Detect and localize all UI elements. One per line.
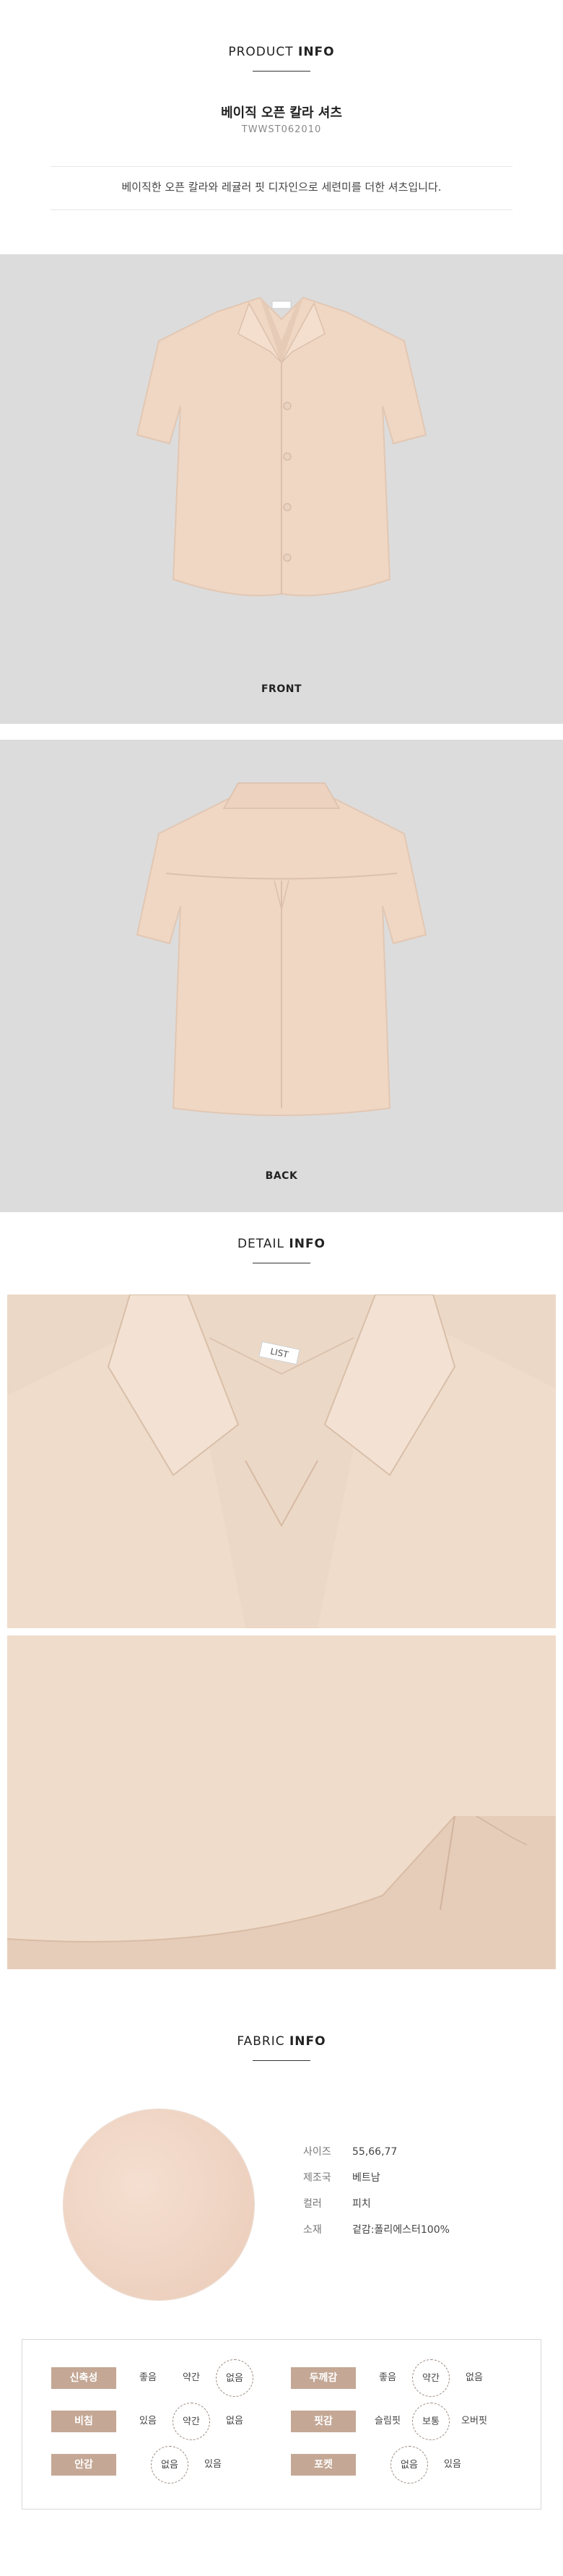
rating-fit-label: 핏감 [291,2411,356,2432]
spec-color: 컬러 피치 [303,2198,371,2210]
front-label: FRONT [261,683,302,695]
back-photo: BACK [0,740,563,1212]
rating-option-selected: 없음 [151,2446,188,2484]
front-photo: FRONT [0,254,563,724]
back-shirt-image [136,782,427,1116]
hem-closeup-image [7,1635,556,1969]
rating-option: 좋음 [379,2372,396,2383]
fabric-info-title: FABRIC INFO [237,2034,326,2049]
front-shirt-image [136,296,427,597]
rating-option: 슬림핏 [375,2416,401,2426]
rating-option-selected: 약간 [412,2359,450,2397]
spec-origin: 제조국 베트남 [303,2172,380,2184]
product-name: 베이직 오픈 칼라 셔츠 [221,105,342,121]
collar-closeup-image [7,1295,556,1628]
rating-option: 없음 [466,2372,483,2383]
detail-hem-photo [7,1635,556,1969]
fabric-ratings-table: 신축성 좋음 약간 없음 두께감 좋음 약간 없음 비침 있음 약간 없음 핏감… [22,2339,541,2510]
rating-option: 있음 [204,2459,222,2470]
rating-option: 있음 [444,2459,461,2470]
title-underline [253,2060,310,2061]
spec-material: 소재 겉감:폴리에스터100% [303,2224,450,2236]
divider-bottom [51,209,512,210]
detail-info-title: DETAIL INFO [237,1237,326,1251]
rating-option: 오버핏 [461,2416,487,2426]
title-underline [253,71,310,72]
detail-collar-photo: LIST [7,1295,556,1628]
rating-stretch-label: 신축성 [51,2367,116,2389]
rating-sheer-label: 비침 [51,2411,116,2432]
rating-option: 좋음 [139,2372,157,2383]
rating-pocket-label: 포켓 [291,2454,356,2476]
rating-option: 있음 [139,2416,157,2426]
spec-size: 사이즈 55,66,77 [303,2146,398,2158]
product-code: TWWST062010 [241,124,322,135]
rating-option-selected: 없음 [216,2359,253,2397]
back-label: BACK [265,1170,298,1182]
rating-lining-label: 안감 [51,2454,116,2476]
rating-option-selected: 약간 [173,2403,210,2440]
product-description: 베이직한 오픈 칼라와 레귤러 핏 디자인으로 세련미를 더한 셔츠입니다. [121,181,442,194]
fabric-color-swatch [64,2109,254,2300]
rating-option-selected: 없음 [390,2446,428,2484]
divider-top [51,166,512,167]
rating-option: 없음 [226,2416,243,2426]
rating-option-selected: 보통 [412,2403,450,2440]
product-info-title: PRODUCT INFO [228,45,335,59]
rating-option: 약간 [183,2372,200,2383]
rating-thickness-label: 두께감 [291,2367,356,2389]
